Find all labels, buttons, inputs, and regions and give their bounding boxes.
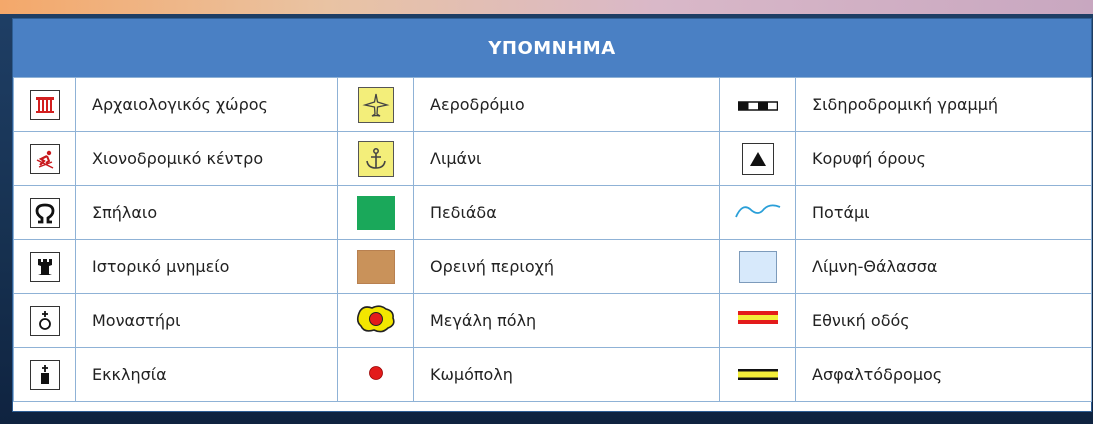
lake-swatch-icon bbox=[738, 250, 777, 283]
legend-label: Λιμάνι bbox=[413, 131, 720, 186]
legend-label: Αρχαιολογικός χώρος bbox=[75, 77, 338, 132]
plain-swatch-icon bbox=[356, 195, 395, 230]
river-icon bbox=[734, 201, 782, 225]
tower-icon bbox=[29, 251, 60, 282]
legend-label: Ορεινή περιοχή bbox=[413, 239, 720, 294]
church-icon bbox=[29, 359, 60, 390]
mountain-peak-icon bbox=[741, 142, 774, 175]
airport-icon bbox=[357, 86, 394, 123]
big-city-icon bbox=[354, 303, 398, 339]
legend-row: Αρχαιολογικός χώρος Αεροδρόμιο Σιδηροδρο… bbox=[13, 77, 1092, 132]
legend-row: Εκκλησία Κωμόπολη Ασφαλτόδρομος bbox=[13, 347, 1092, 402]
legend-label: Λίμνη-Θάλασσα bbox=[795, 239, 1092, 294]
legend-label: Εκκλησία bbox=[75, 347, 338, 402]
anchor-icon bbox=[357, 140, 394, 177]
legend-label: Κωμόπολη bbox=[413, 347, 720, 402]
paved-road-icon bbox=[737, 366, 778, 385]
legend-row: Μοναστήρι Μεγάλη πόλη Εθνική οδός bbox=[13, 293, 1092, 348]
cave-icon bbox=[29, 197, 60, 228]
legend-row: Χιονοδρομικό κέντρο Λιμάνι Κορυφή όρους bbox=[13, 131, 1092, 186]
legend-label: Σιδηροδρομική γραμμή bbox=[795, 77, 1092, 132]
monastery-icon bbox=[29, 305, 60, 336]
legend-row: Ιστορικό μνημείο Ορεινή περιοχή Λίμνη-Θά… bbox=[13, 239, 1092, 294]
legend-label: Μεγάλη πόλη bbox=[413, 293, 720, 348]
legend-label: Ιστορικό μνημείο bbox=[75, 239, 338, 294]
decorative-top-strip bbox=[0, 0, 1093, 14]
legend-label: Αεροδρόμιο bbox=[413, 77, 720, 132]
ski-icon bbox=[29, 143, 60, 174]
legend-title: ΥΠΟΜΝΗΜΑ bbox=[13, 19, 1091, 77]
railway-icon bbox=[737, 96, 778, 115]
legend-label: Σπήλαιο bbox=[75, 185, 338, 240]
national-road-icon bbox=[737, 310, 778, 331]
legend-label: Κορυφή όρους bbox=[795, 131, 1092, 186]
mountain-area-swatch-icon bbox=[356, 249, 395, 284]
legend-table: Αρχαιολογικός χώρος Αεροδρόμιο Σιδηροδρο… bbox=[13, 77, 1092, 402]
town-dot-icon bbox=[368, 365, 384, 385]
legend-panel: ΥΠΟΜΝΗΜΑ Αρχαιολογικός χώρος Αεροδρόμιο bbox=[12, 18, 1092, 412]
legend-label: Χιονοδρομικό κέντρο bbox=[75, 131, 338, 186]
legend-label: Ασφαλτόδρομος bbox=[795, 347, 1092, 402]
legend-row: Σπήλαιο Πεδιάδα Ποτάμι bbox=[13, 185, 1092, 240]
legend-label: Μοναστήρι bbox=[75, 293, 338, 348]
legend-label: Εθνική οδός bbox=[795, 293, 1092, 348]
temple-icon bbox=[29, 89, 60, 120]
legend-label: Πεδιάδα bbox=[413, 185, 720, 240]
legend-label: Ποτάμι bbox=[795, 185, 1092, 240]
